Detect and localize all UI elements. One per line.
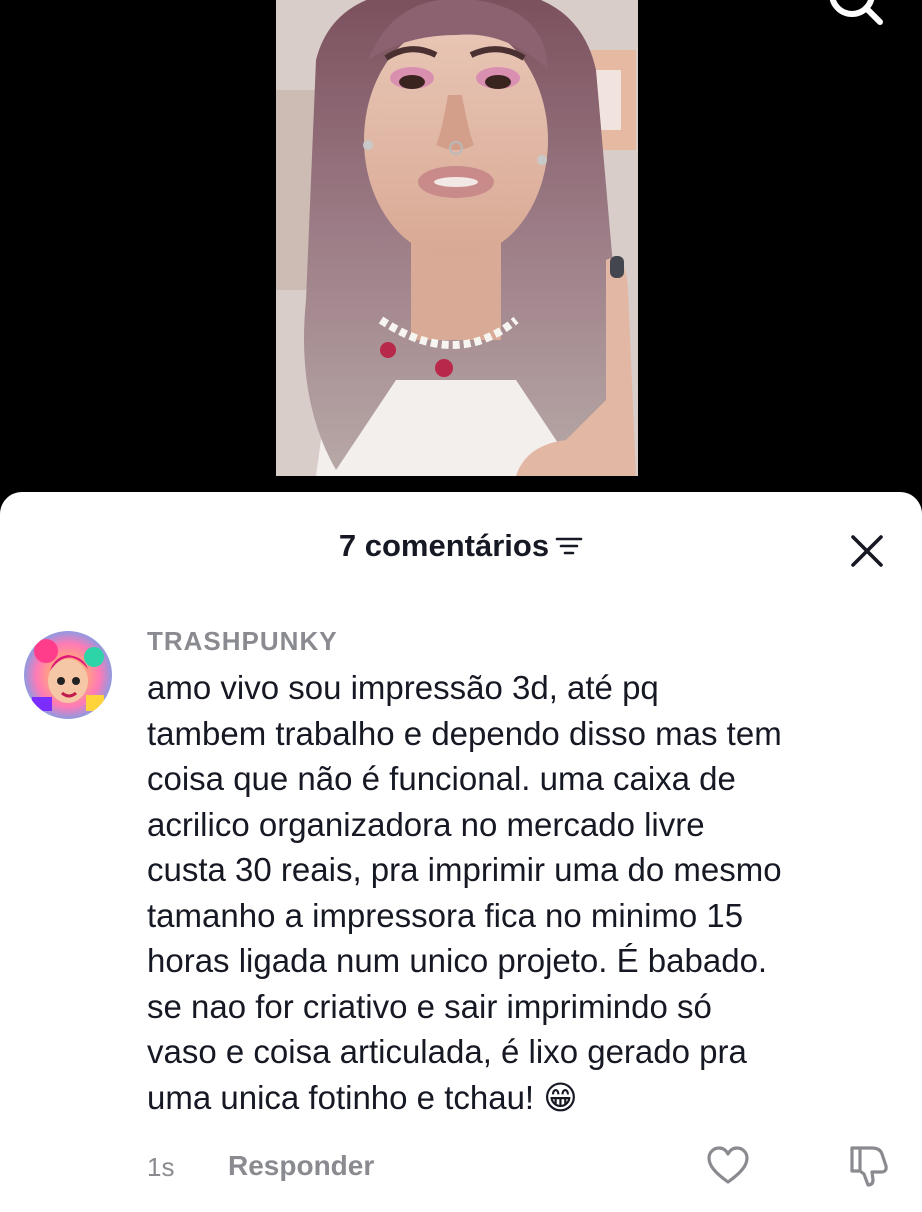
- reply-button[interactable]: Responder: [228, 1150, 374, 1182]
- comment-text-line: horas ligada num unico projeto. É babado…: [147, 942, 768, 979]
- video-thumbnail[interactable]: [276, 0, 638, 476]
- comment-text-line: uma unica fotinho e tchau! 😁: [147, 1078, 578, 1116]
- comment-text-line: custa 30 reais, pra imprimir uma do mesm…: [147, 851, 782, 888]
- comment-text-line: se nao for criativo e sair imprimindo só: [147, 987, 712, 1025]
- comment-text-line: vaso e coisa articulada, é lixo gerado p…: [147, 1033, 747, 1070]
- comment-text-line: tambem trabalho e dependo disso mas tem: [147, 714, 782, 752]
- comment-text-line: acrilico organizadora no mercado livre: [147, 805, 705, 843]
- comment-text-line: tamanho a impressora fica no minimo 15: [147, 896, 744, 934]
- sort-filter-icon[interactable]: [555, 530, 583, 566]
- comment-timestamp: 1s: [147, 1152, 175, 1182]
- comment-text: amo vivo sou impressão 3d, até pq tambem…: [147, 665, 907, 1120]
- heart-outline-icon[interactable]: [706, 1146, 750, 1191]
- comment-count-label: 7 comentários: [338, 528, 550, 563]
- comments-title[interactable]: 7 comentários: [0, 528, 922, 566]
- thumbs-down-icon[interactable]: [846, 1144, 890, 1193]
- video-player[interactable]: [0, 0, 922, 500]
- comments-sheet: 7 comentários TRASHPUNKY amo vivo sou im…: [0, 492, 922, 1212]
- comment-username[interactable]: TRASHPUNKY: [147, 626, 338, 657]
- close-button[interactable]: [846, 530, 888, 572]
- close-icon: [851, 535, 883, 567]
- comment-text-line: amo vivo sou impressão 3d, até pq: [147, 669, 659, 706]
- comment-actions: 1s Responder: [0, 1142, 922, 1188]
- comment-text-line: coisa que não é funcional. uma caixa de: [147, 760, 736, 797]
- avatar[interactable]: [24, 631, 112, 719]
- comments-header: 7 comentários: [0, 492, 922, 602]
- search-icon[interactable]: [822, 0, 892, 30]
